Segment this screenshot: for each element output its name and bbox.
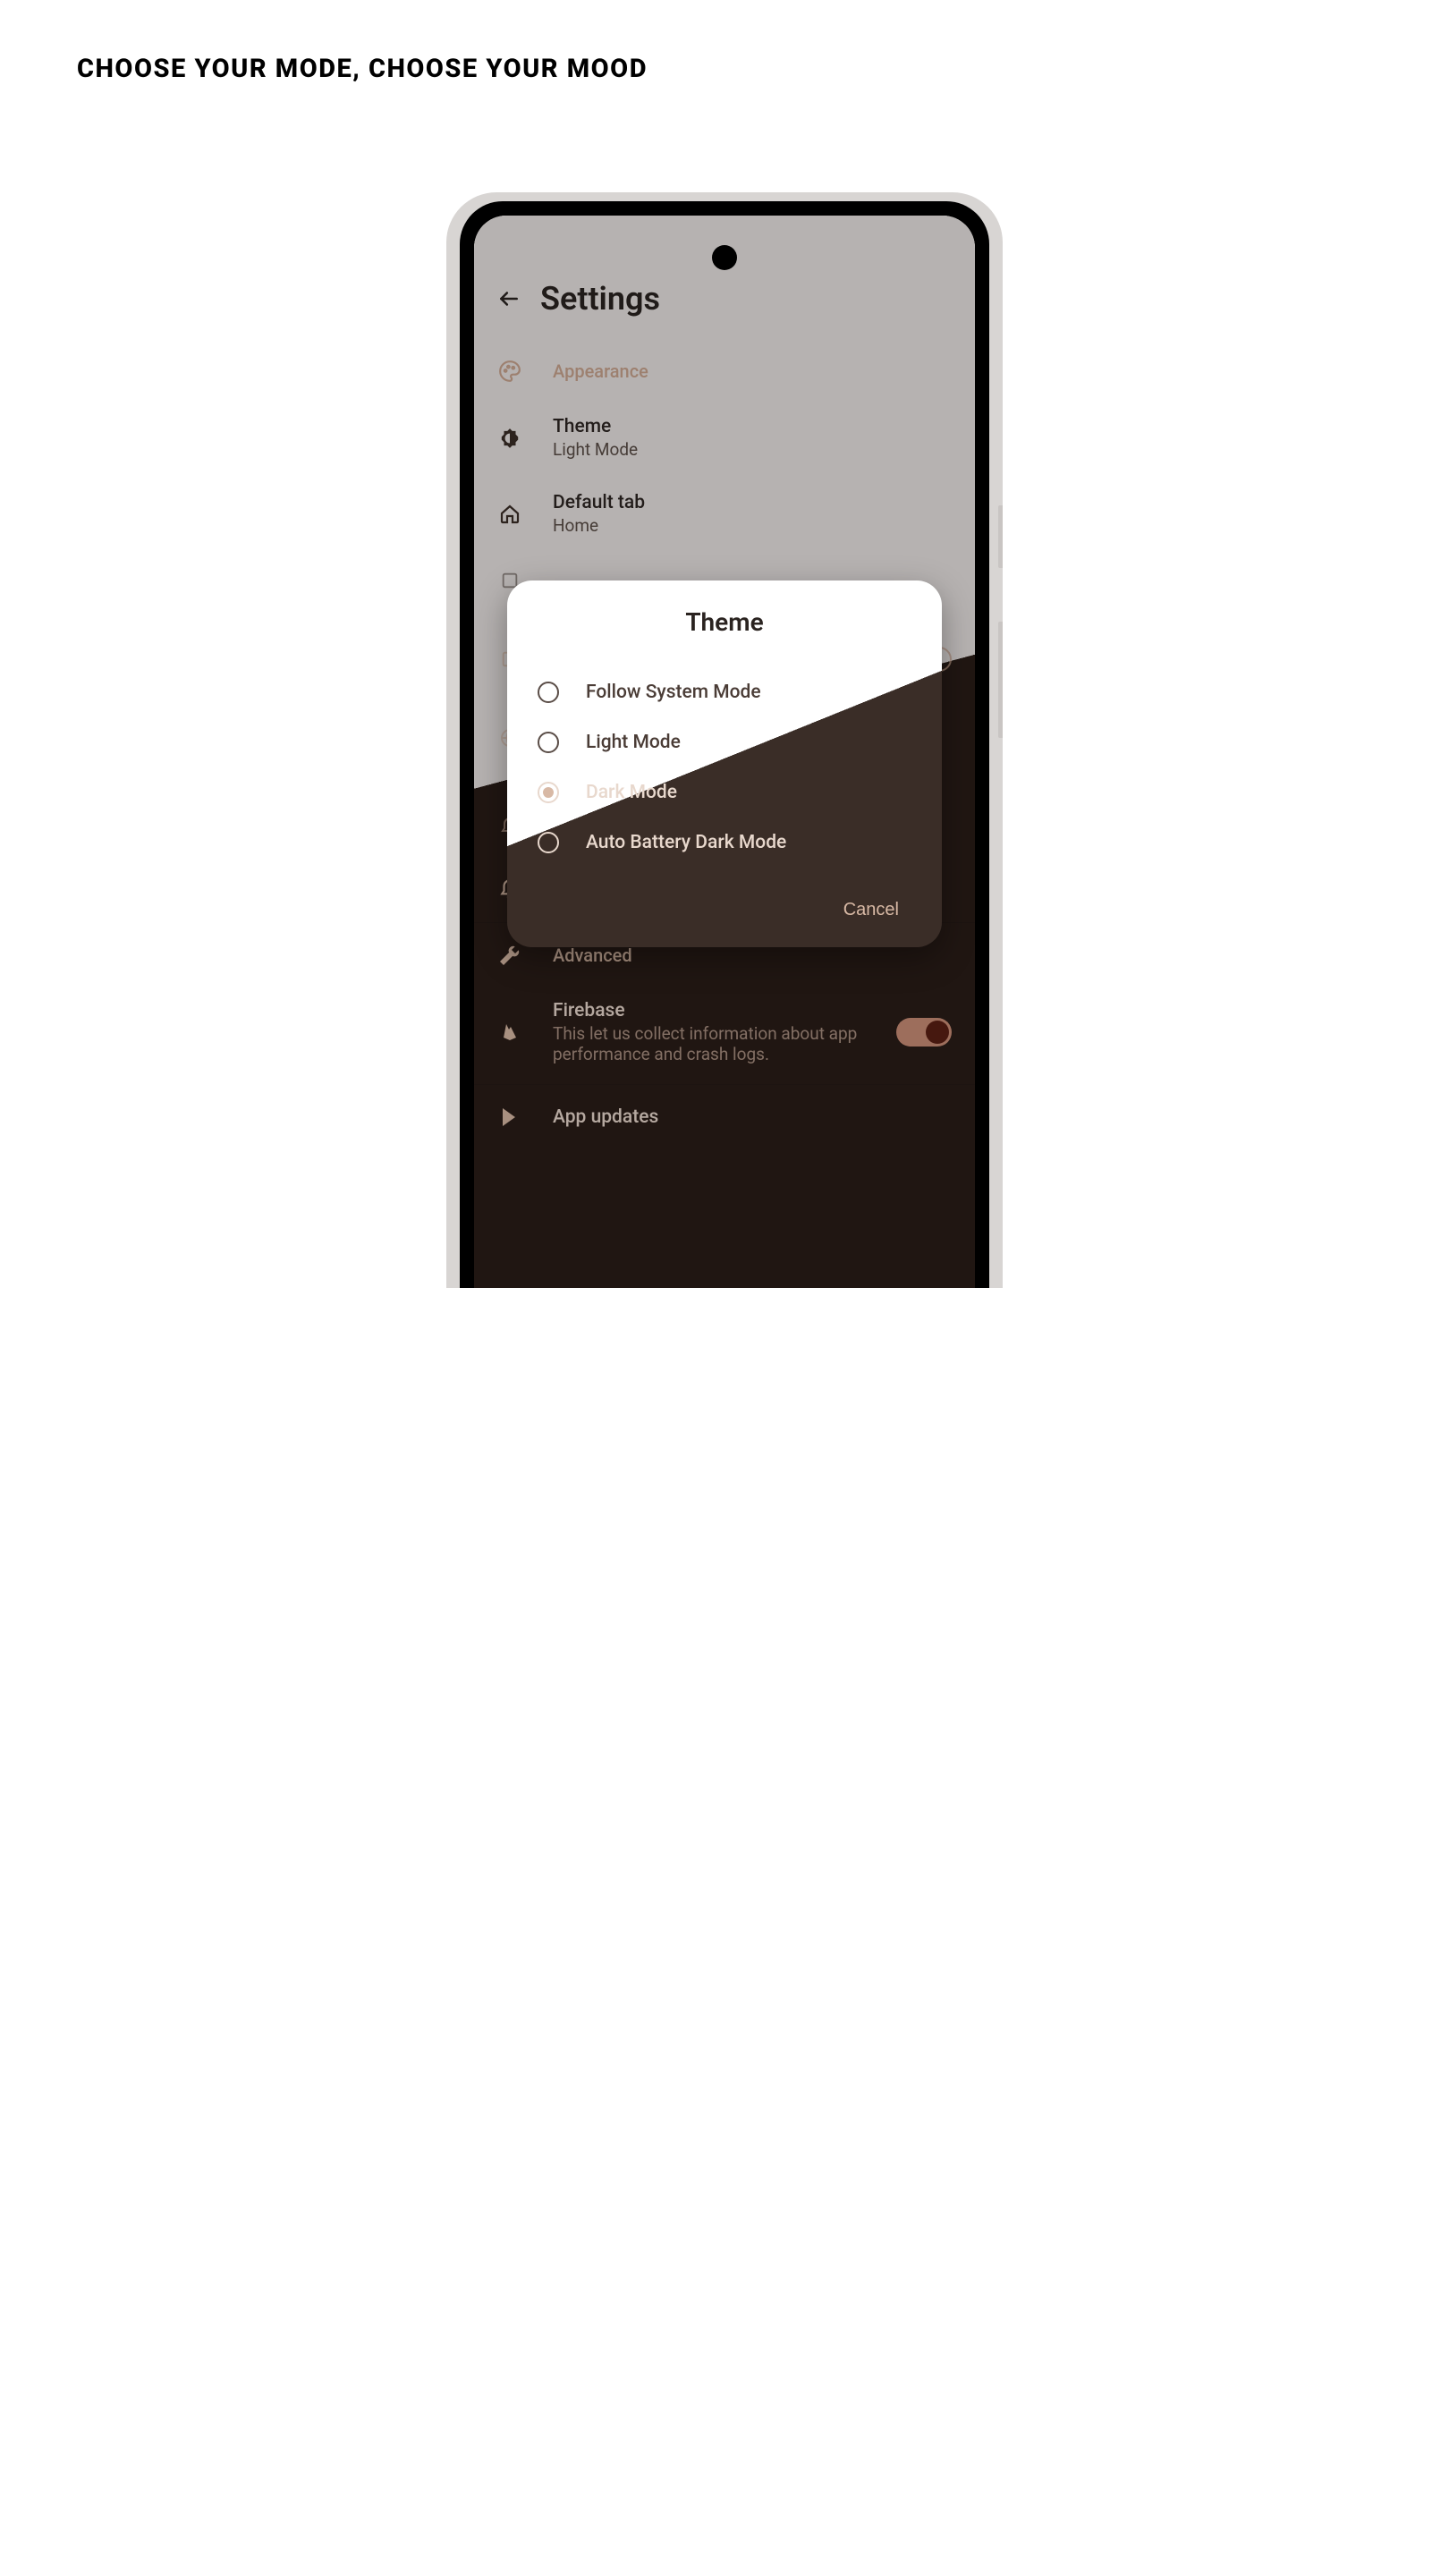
phone-frame: Settings Appearance (446, 192, 1003, 1288)
radio-auto-battery[interactable]: Auto Battery Dark Mode (538, 818, 911, 868)
page-headline: CHOOSE YOUR MODE, CHOOSE YOUR MOOD (0, 0, 724, 84)
theme-dialog: Theme Follow System Mode Light Mode Dark… (507, 580, 942, 947)
radio-label: Auto Battery Dark Mode (586, 832, 786, 853)
power-button (998, 505, 1003, 568)
radio-light-mode[interactable]: Light Mode (538, 717, 911, 767)
phone-bezel: Settings Appearance (460, 201, 989, 1288)
radio-icon (538, 832, 559, 853)
punch-hole-camera (712, 245, 737, 270)
radio-icon (538, 732, 559, 753)
radio-follow-system[interactable]: Follow System Mode (538, 667, 911, 717)
radio-dark-mode[interactable]: Dark Mode (538, 767, 911, 818)
radio-label: Dark Mode (586, 782, 677, 803)
radio-label: Light Mode (586, 732, 681, 753)
dialog-title: Theme (538, 607, 911, 637)
radio-icon-selected (538, 782, 559, 803)
radio-label: Follow System Mode (586, 682, 761, 703)
phone-screen: Settings Appearance (474, 216, 975, 1288)
volume-button (998, 622, 1003, 738)
dialog-actions: Cancel (538, 868, 911, 926)
radio-icon (538, 682, 559, 703)
cancel-button[interactable]: Cancel (831, 894, 911, 926)
